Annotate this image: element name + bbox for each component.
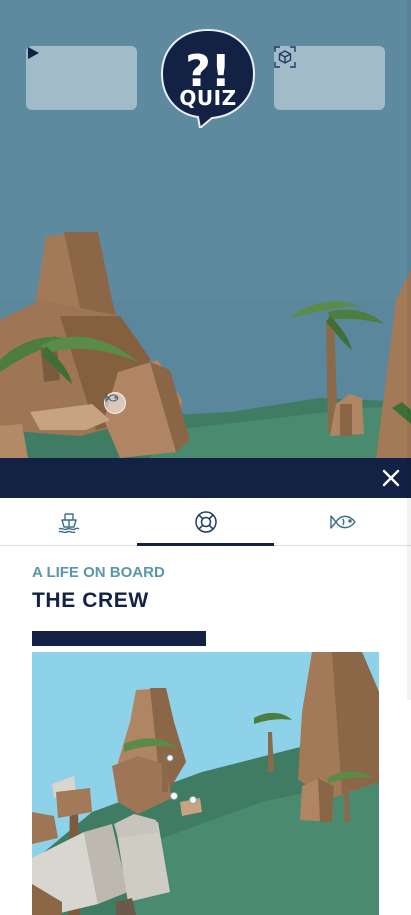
island-illustration (32, 652, 379, 915)
tab-fish[interactable] (274, 498, 411, 545)
fish-icon (329, 514, 356, 529)
tab-boat[interactable] (0, 498, 137, 545)
tab-crew[interactable] (137, 498, 274, 546)
article-image (32, 652, 379, 915)
quiz-button[interactable]: ?! QUIZ (158, 28, 258, 128)
play-button[interactable] (26, 46, 137, 110)
fish-icon (105, 393, 119, 403)
ar-view-button[interactable] (274, 46, 385, 110)
panel-header-bar (0, 458, 411, 498)
lifebuoy-icon (194, 510, 217, 533)
title-rule (32, 631, 206, 646)
quiz-bubble-icon: ?! (160, 28, 256, 128)
boat-icon (58, 512, 79, 533)
scene-viewport[interactable]: ?! QUIZ (0, 0, 411, 458)
article-content: A LIFE ON BOARD THE CREW (32, 564, 379, 646)
tab-bar (0, 498, 411, 546)
scene-hotspot[interactable] (104, 392, 126, 414)
scrollbar[interactable] (407, 0, 411, 700)
play-icon (28, 47, 39, 59)
close-icon[interactable] (381, 468, 401, 488)
section-kicker: A LIFE ON BOARD (32, 564, 165, 581)
page-title: THE CREW (32, 589, 149, 612)
ar-cube-icon (274, 46, 296, 68)
quiz-label: QUIZ (179, 86, 237, 110)
